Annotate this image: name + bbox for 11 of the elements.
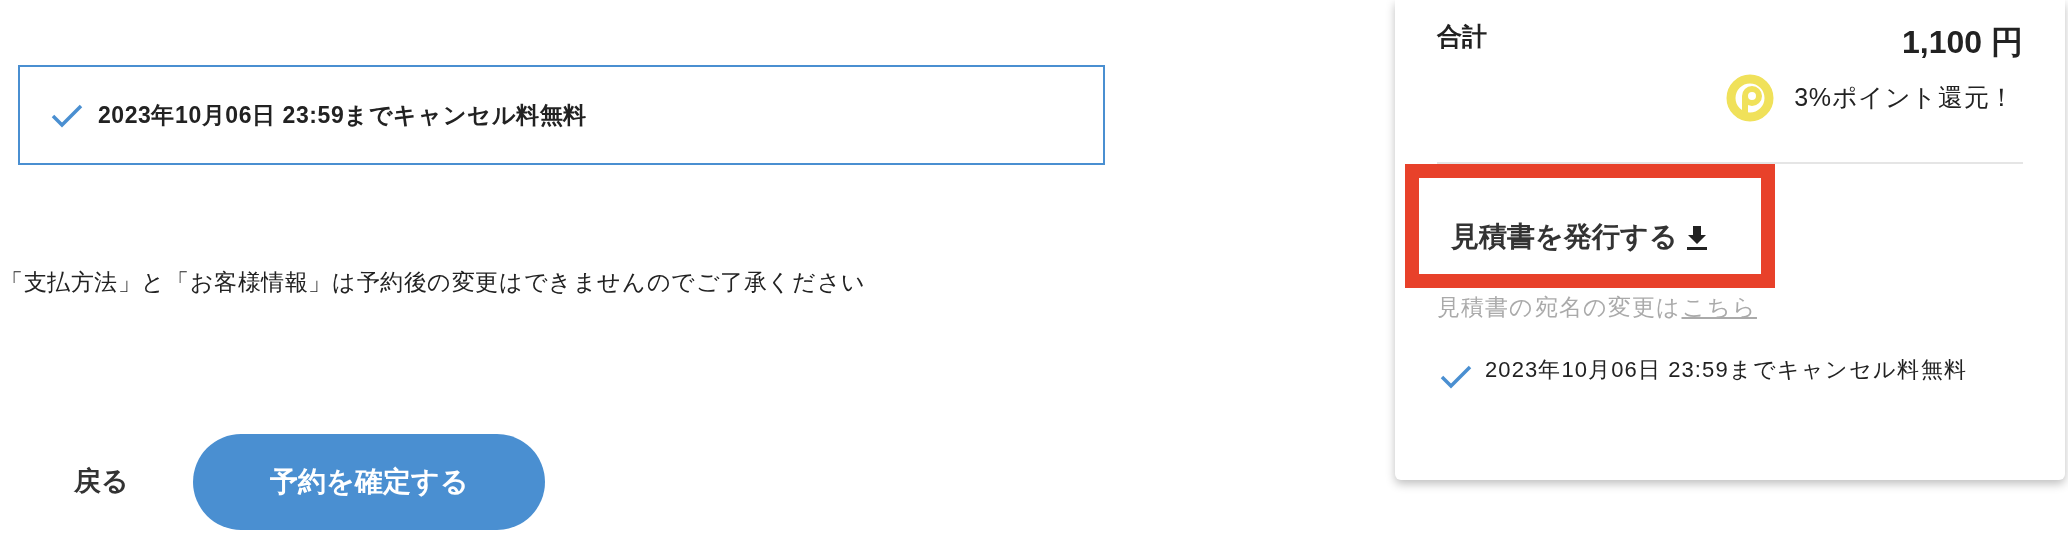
points-icon (1726, 74, 1775, 122)
estimate-button[interactable]: 見積書を発行する (1451, 216, 1708, 258)
cancellation-text: 2023年10月06日 23:59までキャンセル料無料 (1485, 355, 1968, 384)
addressee-note: 見積書の宛名の変更は こちら (1437, 293, 1758, 322)
total-label: 合計 (1437, 21, 1487, 52)
points-text: 3%ポイント還元！ (1794, 82, 2015, 114)
total-amount: 1,100 円 (1902, 23, 2023, 62)
cancellation-text: 2023年10月06日 23:59までキャンセル料無料 (98, 100, 588, 130)
download-icon (1686, 224, 1708, 250)
back-button[interactable]: 戻る (60, 453, 143, 510)
notice-text: 「支払方法」と「お客様情報」は予約後の変更はできませんのでご了承ください (0, 268, 867, 297)
